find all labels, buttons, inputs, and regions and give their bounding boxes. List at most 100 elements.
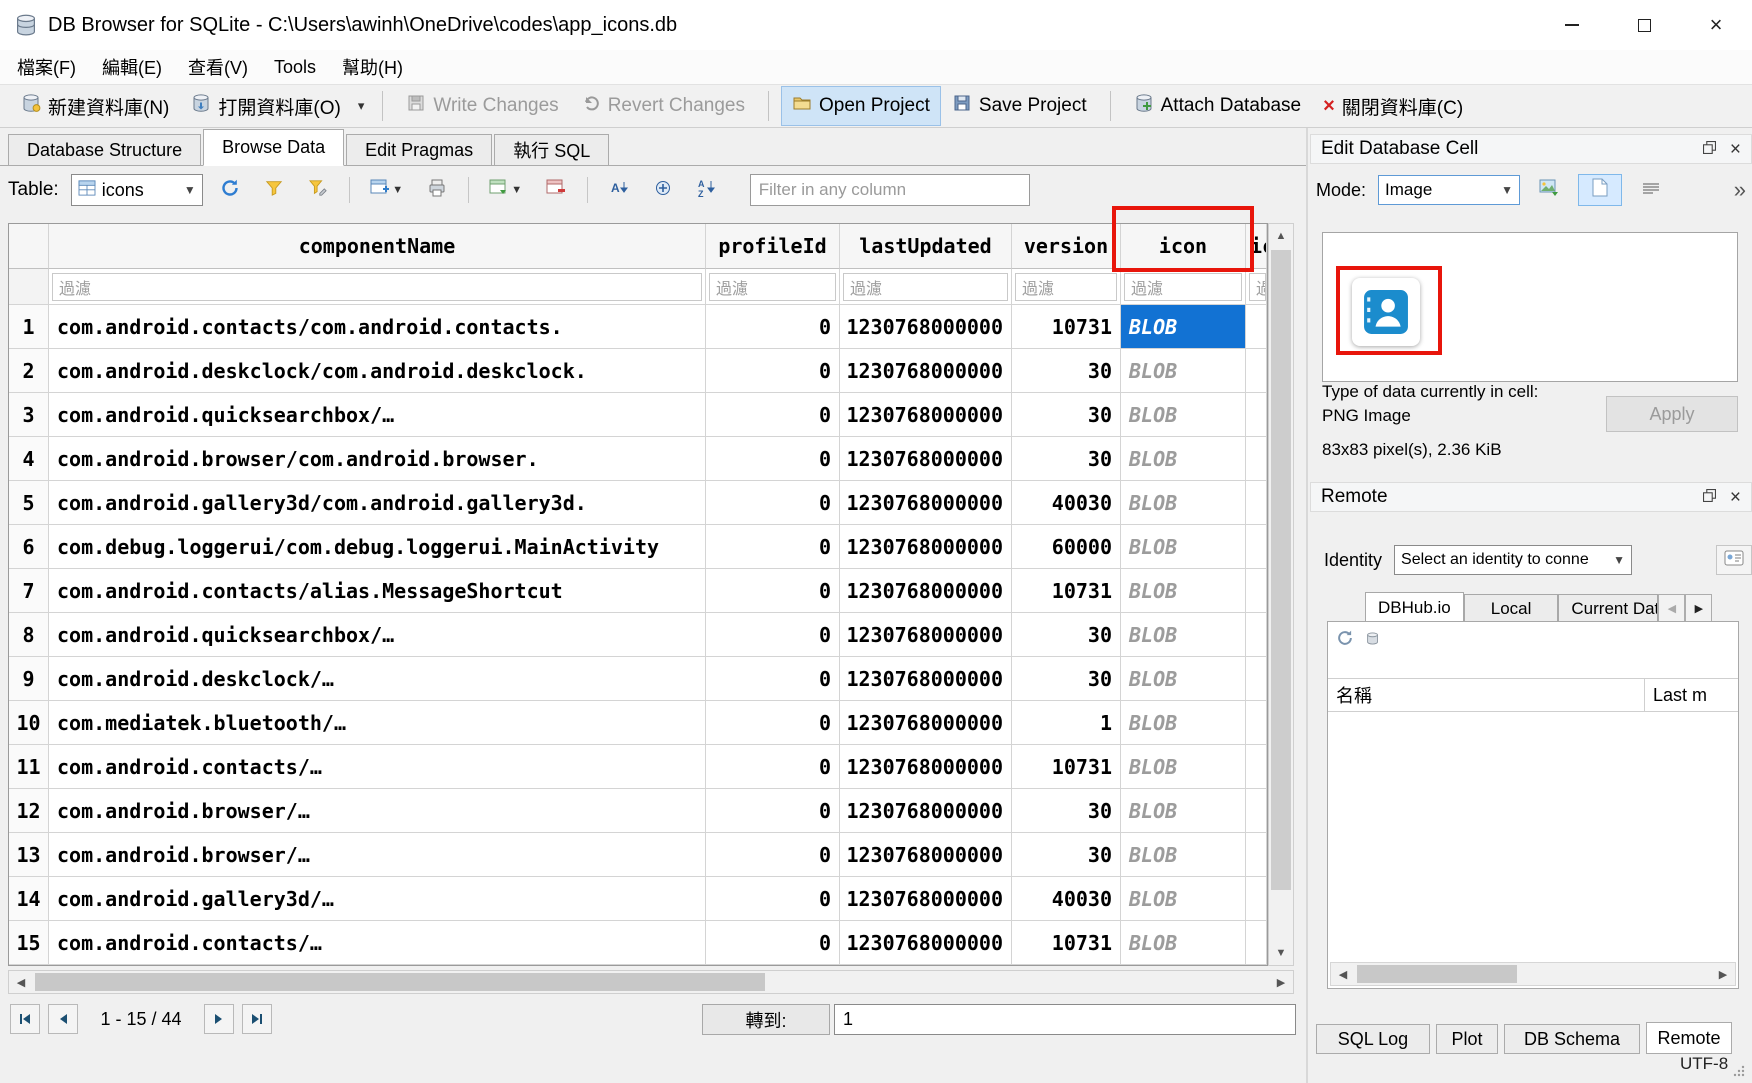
cell-partial[interactable]: [1246, 833, 1267, 877]
tab-scroll-left-button[interactable]: ◀: [1658, 594, 1685, 622]
goto-input[interactable]: [834, 1004, 1296, 1035]
tab-browse-data[interactable]: Browse Data: [203, 129, 344, 166]
row-number[interactable]: 10: [9, 701, 49, 745]
print-button[interactable]: [420, 174, 454, 206]
column-header-version[interactable]: version: [1012, 224, 1121, 269]
open-project-button[interactable]: Open Project: [781, 86, 941, 126]
cell-partial[interactable]: [1246, 877, 1267, 921]
cell-componentName[interactable]: com.debug.loggerui/com.debug.loggerui.Ma…: [49, 525, 706, 569]
cell-icon[interactable]: BLOB: [1121, 745, 1246, 789]
cell-componentName[interactable]: com.android.browser/…: [49, 789, 706, 833]
goto-button[interactable]: 轉到:: [702, 1004, 830, 1035]
row-number[interactable]: 13: [9, 833, 49, 877]
dock-tab-db-schema[interactable]: DB Schema: [1504, 1024, 1640, 1054]
row-number[interactable]: 4: [9, 437, 49, 481]
cell-version[interactable]: 30: [1012, 789, 1121, 833]
clear-filters-button[interactable]: [257, 174, 291, 206]
remote-tab-local[interactable]: Local: [1464, 594, 1559, 622]
remote-tab-current-database[interactable]: Current Dat: [1558, 594, 1658, 622]
remote-tab-dbhub[interactable]: DBHub.io: [1365, 592, 1464, 622]
cell-lastUpdated[interactable]: 1230768000000: [840, 525, 1012, 569]
identity-certificate-button[interactable]: [1716, 545, 1752, 575]
row-number[interactable]: 9: [9, 657, 49, 701]
sort-az-button[interactable]: AZ: [690, 174, 724, 206]
cell-icon[interactable]: BLOB: [1121, 833, 1246, 877]
previous-page-button[interactable]: [48, 1004, 78, 1034]
column-header-profileId[interactable]: profileId: [706, 224, 840, 269]
cell-componentName[interactable]: com.android.gallery3d/…: [49, 877, 706, 921]
scroll-up-arrow[interactable]: ▲: [1269, 224, 1293, 248]
tab-database-structure[interactable]: Database Structure: [8, 134, 201, 165]
text-mode-button[interactable]: [1578, 174, 1622, 206]
cell-partial[interactable]: [1246, 393, 1267, 437]
cell-lastUpdated[interactable]: 1230768000000: [840, 701, 1012, 745]
cell-version[interactable]: 10731: [1012, 921, 1121, 965]
cell-profileId[interactable]: 0: [706, 877, 840, 921]
binary-mode-button[interactable]: [1634, 175, 1668, 205]
close-button[interactable]: ×: [1680, 0, 1752, 50]
cell-icon[interactable]: BLOB: [1121, 657, 1246, 701]
open-database-dropdown-caret[interactable]: ▾: [352, 92, 371, 120]
column-header-icon[interactable]: icon: [1121, 224, 1246, 269]
cell-lastUpdated[interactable]: 1230768000000: [840, 921, 1012, 965]
cell-profileId[interactable]: 0: [706, 921, 840, 965]
cell-icon[interactable]: BLOB: [1121, 789, 1246, 833]
filter-field-profileId[interactable]: 過濾: [709, 273, 836, 301]
filter-field-lastUpdated[interactable]: 過濾: [843, 273, 1008, 301]
cell-profileId[interactable]: 0: [706, 657, 840, 701]
cell-version[interactable]: 30: [1012, 393, 1121, 437]
row-number[interactable]: 1: [9, 305, 49, 349]
remote-scrollbar-thumb[interactable]: [1357, 965, 1517, 983]
cell-profileId[interactable]: 0: [706, 349, 840, 393]
cell-componentName[interactable]: com.android.quicksearchbox/…: [49, 393, 706, 437]
import-data-button[interactable]: [1532, 175, 1566, 205]
cell-partial[interactable]: [1246, 525, 1267, 569]
cell-partial[interactable]: [1246, 305, 1267, 349]
cell-partial[interactable]: [1246, 481, 1267, 525]
cell-version[interactable]: 30: [1012, 833, 1121, 877]
cell-icon[interactable]: BLOB: [1121, 525, 1246, 569]
refresh-button[interactable]: [213, 174, 247, 206]
cell-icon[interactable]: BLOB: [1121, 481, 1246, 525]
cell-lastUpdated[interactable]: 1230768000000: [840, 305, 1012, 349]
menu-help[interactable]: 幫助(H): [329, 50, 416, 84]
cell-componentName[interactable]: com.android.contacts/…: [49, 921, 706, 965]
last-page-button[interactable]: [242, 1004, 272, 1034]
scroll-left-arrow[interactable]: ◀: [1331, 963, 1355, 985]
cell-profileId[interactable]: 0: [706, 305, 840, 349]
filter-field-icon[interactable]: 過濾: [1124, 273, 1242, 301]
cell-icon[interactable]: BLOB: [1121, 877, 1246, 921]
close-panel-icon[interactable]: ×: [1730, 488, 1741, 507]
row-number[interactable]: 15: [9, 921, 49, 965]
scroll-down-arrow[interactable]: ▼: [1269, 941, 1293, 965]
filter-field-partial[interactable]: 過濾: [1249, 273, 1266, 301]
row-number[interactable]: 3: [9, 393, 49, 437]
maximize-button[interactable]: [1608, 0, 1680, 50]
close-panel-icon[interactable]: ×: [1730, 140, 1741, 159]
cell-profileId[interactable]: 0: [706, 701, 840, 745]
cell-icon[interactable]: BLOB: [1121, 701, 1246, 745]
cell-profileId[interactable]: 0: [706, 745, 840, 789]
revert-changes-button[interactable]: Revert Changes: [570, 86, 756, 126]
delete-record-button[interactable]: [539, 174, 573, 206]
menu-tools[interactable]: Tools: [261, 53, 329, 82]
dock-tab-plot[interactable]: Plot: [1436, 1024, 1498, 1054]
float-panel-icon[interactable]: [1703, 486, 1716, 508]
cell-componentName[interactable]: com.android.browser/com.android.browser.: [49, 437, 706, 481]
vertical-scrollbar[interactable]: ▲ ▼: [1268, 223, 1294, 966]
filter-field-componentName[interactable]: 過濾: [52, 273, 702, 301]
cell-componentName[interactable]: com.android.deskclock/…: [49, 657, 706, 701]
write-changes-button[interactable]: Write Changes: [395, 86, 569, 126]
first-page-button[interactable]: [10, 1004, 40, 1034]
close-database-button[interactable]: × 關閉資料庫(C): [1312, 86, 1474, 127]
remote-column-name[interactable]: 名稱: [1328, 678, 1645, 712]
column-header-componentName[interactable]: componentName: [49, 224, 706, 269]
export-record-button[interactable]: ▼: [483, 174, 529, 206]
float-panel-icon[interactable]: [1703, 138, 1716, 160]
cell-version[interactable]: 1: [1012, 701, 1121, 745]
cell-lastUpdated[interactable]: 1230768000000: [840, 613, 1012, 657]
new-database-button[interactable]: 新建資料庫(N): [10, 86, 180, 127]
row-number[interactable]: 12: [9, 789, 49, 833]
cell-icon[interactable]: BLOB: [1121, 569, 1246, 613]
cell-lastUpdated[interactable]: 1230768000000: [840, 833, 1012, 877]
